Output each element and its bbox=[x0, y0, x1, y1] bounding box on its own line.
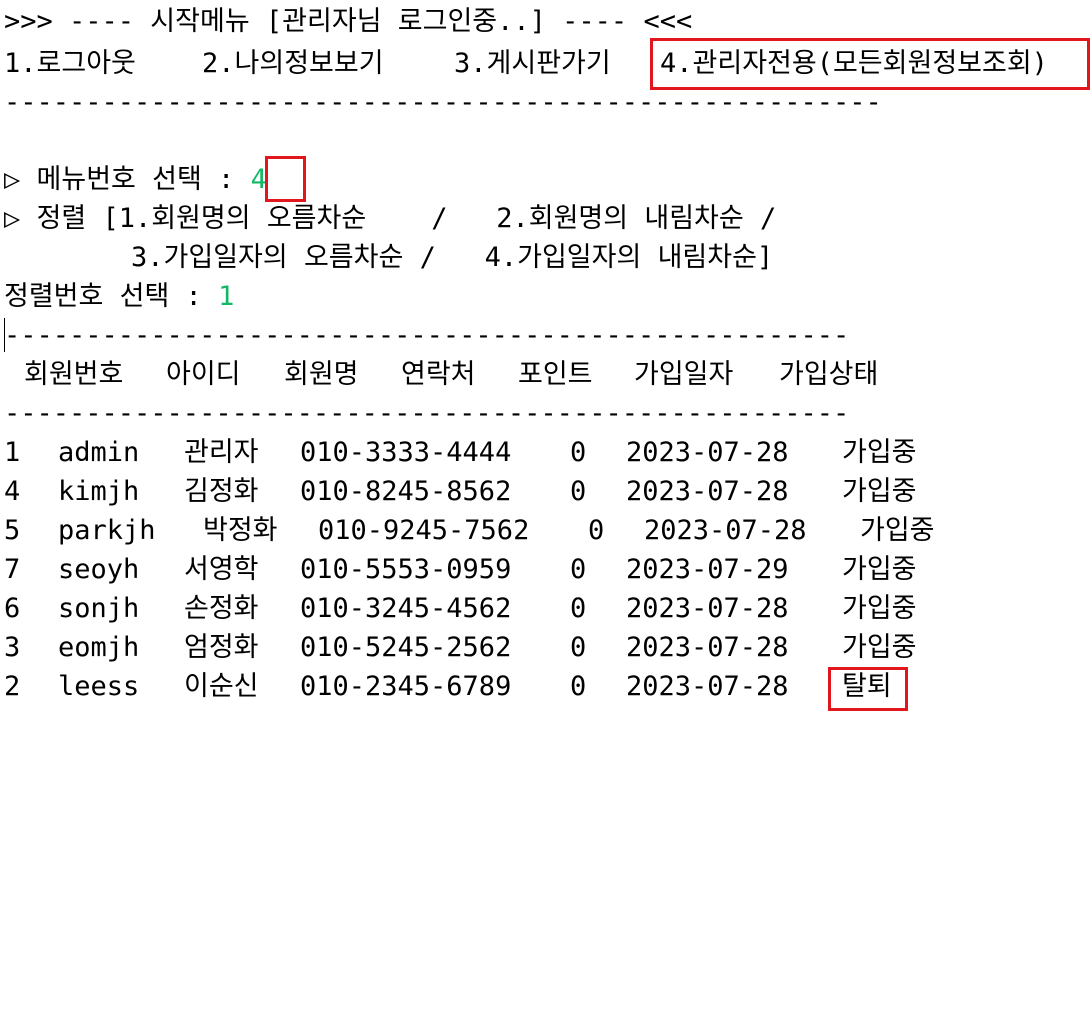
cell-status: 탈퇴 bbox=[842, 671, 892, 702]
start-menu-title: >>> ---- 시작메뉴 [관리자님 로그인중..] ---- <<< bbox=[4, 6, 693, 37]
sort-select-line: 정렬번호 선택 : 1 bbox=[4, 277, 234, 316]
menu-options: 1.로그아웃 2.나의정보보기 3.게시판가기 4.관리자전용(모든회원정보조회… bbox=[4, 44, 1089, 83]
cell-status: 가입중 bbox=[860, 515, 935, 546]
column-header-id: 아이디 bbox=[166, 359, 241, 390]
cell-id: seoyh bbox=[58, 554, 140, 585]
cell-member-no: 4 bbox=[4, 476, 21, 507]
cell-contact: 010-8245-8562 bbox=[300, 476, 512, 507]
menu-select-label: ▷ 메뉴번호 선택 : bbox=[4, 164, 251, 195]
cell-name: 이순신 bbox=[184, 671, 259, 702]
cell-status: 가입중 bbox=[842, 554, 917, 585]
menu-item-logout: 1.로그아웃 bbox=[4, 48, 136, 79]
cell-member-no: 3 bbox=[4, 632, 21, 663]
cell-contact: 010-2345-6789 bbox=[300, 671, 512, 702]
column-header-points: 포인트 bbox=[518, 359, 593, 390]
cell-member-no: 7 bbox=[4, 554, 21, 585]
cell-name: 김정화 bbox=[184, 476, 259, 507]
cell-points: 0 bbox=[588, 515, 605, 546]
cell-status: 가입중 bbox=[842, 476, 917, 507]
table-row: 2 leess 이순신 010-2345-6789 0 2023-07-28 탈… bbox=[4, 667, 1089, 706]
table-row: 6 sonjh 손정화 010-3245-4562 0 2023-07-28 가… bbox=[4, 589, 1089, 628]
console-output: >>> ---- 시작메뉴 [관리자님 로그인중..] ---- <<< 1.로… bbox=[4, 0, 1089, 733]
menu-select-value: 4 bbox=[250, 164, 267, 195]
cell-member-no: 6 bbox=[4, 593, 21, 624]
cell-join-date: 2023-07-28 bbox=[626, 437, 789, 468]
menu-select-line: ▷ 메뉴번호 선택 : 4 bbox=[4, 160, 267, 199]
cell-name: 관리자 bbox=[184, 437, 259, 468]
cell-id: eomjh bbox=[58, 632, 140, 663]
table-header: 회원번호 아이디 회원명 연락처 포인트 가입일자 가입상태 bbox=[4, 355, 1089, 394]
cell-id: parkjh bbox=[58, 515, 156, 546]
table-row: 7 seoyh 서영학 010-5553-0959 0 2023-07-29 가… bbox=[4, 550, 1089, 589]
cell-status: 가입중 bbox=[842, 437, 917, 468]
column-header-name: 회원명 bbox=[284, 359, 359, 390]
cell-points: 0 bbox=[570, 554, 587, 585]
cell-contact: 010-3245-4562 bbox=[300, 593, 512, 624]
cell-join-date: 2023-07-28 bbox=[626, 476, 789, 507]
column-header-status: 가입상태 bbox=[779, 359, 879, 390]
menu-item-admin-only: 4.관리자전용(모든회원정보조회) bbox=[660, 48, 1048, 79]
column-header-member-no: 회원번호 bbox=[24, 359, 124, 390]
cell-points: 0 bbox=[570, 632, 587, 663]
cell-contact: 010-9245-7562 bbox=[318, 515, 530, 546]
cell-join-date: 2023-07-29 bbox=[626, 554, 789, 585]
menu-item-board: 3.게시판가기 bbox=[454, 48, 611, 79]
cell-member-no: 1 bbox=[4, 437, 21, 468]
cell-id: kimjh bbox=[58, 476, 140, 507]
sort-select-label: 정렬번호 선택 : bbox=[4, 281, 219, 312]
cell-points: 0 bbox=[570, 593, 587, 624]
cell-name: 손정화 bbox=[184, 593, 259, 624]
menu-item-my-info: 2.나의정보보기 bbox=[202, 48, 384, 79]
cell-status: 가입중 bbox=[842, 593, 917, 624]
menu-divider: ----------------------------------------… bbox=[4, 87, 882, 118]
cell-id: leess bbox=[58, 671, 140, 702]
column-header-contact: 연락처 bbox=[401, 359, 476, 390]
cell-contact: 010-5553-0959 bbox=[300, 554, 512, 585]
cell-join-date: 2023-07-28 bbox=[626, 671, 789, 702]
cell-name: 박정화 bbox=[203, 515, 278, 546]
cell-join-date: 2023-07-28 bbox=[644, 515, 807, 546]
cell-contact: 010-3333-4444 bbox=[300, 437, 512, 468]
table-divider-top: ----------------------------------------… bbox=[4, 320, 850, 351]
cell-id: sonjh bbox=[58, 593, 140, 624]
cell-points: 0 bbox=[570, 476, 587, 507]
cell-name: 서영학 bbox=[184, 554, 259, 585]
table-divider-header: ----------------------------------------… bbox=[4, 398, 850, 429]
cell-join-date: 2023-07-28 bbox=[626, 632, 789, 663]
cell-name: 엄정화 bbox=[184, 632, 259, 663]
table-row: 3 eomjh 엄정화 010-5245-2562 0 2023-07-28 가… bbox=[4, 628, 1089, 667]
table-row: 5 parkjh 박정화 010-9245-7562 0 2023-07-28 … bbox=[4, 511, 1089, 550]
table-row: 1 admin 관리자 010-3333-4444 0 2023-07-28 가… bbox=[4, 433, 1089, 472]
cell-points: 0 bbox=[570, 671, 587, 702]
sort-options-continuation: 3.가입일자의 오름차순 / 4.가입일자의 내림차순] bbox=[131, 242, 774, 273]
column-header-join-date: 가입일자 bbox=[634, 359, 734, 390]
cell-contact: 010-5245-2562 bbox=[300, 632, 512, 663]
cell-join-date: 2023-07-28 bbox=[626, 593, 789, 624]
cell-id: admin bbox=[58, 437, 140, 468]
cell-status: 가입중 bbox=[842, 632, 917, 663]
cell-member-no: 5 bbox=[4, 515, 21, 546]
sort-options-line-1: ▷ 정렬 [1.회원명의 오름차순 / 2.회원명의 내림차순 / bbox=[4, 203, 777, 234]
cell-points: 0 bbox=[570, 437, 587, 468]
cell-member-no: 2 bbox=[4, 671, 21, 702]
table-row: 4 kimjh 김정화 010-8245-8562 0 2023-07-28 가… bbox=[4, 472, 1089, 511]
text-cursor bbox=[4, 318, 5, 352]
sort-select-value: 1 bbox=[218, 281, 235, 312]
